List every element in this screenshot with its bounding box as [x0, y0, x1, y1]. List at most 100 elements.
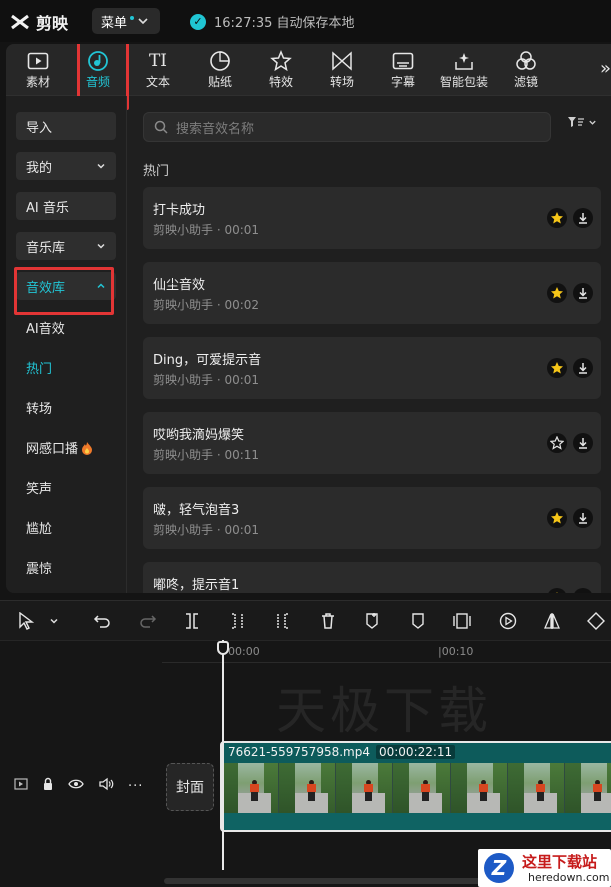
- playhead-handle[interactable]: [217, 641, 229, 655]
- sound-card[interactable]: Ding，可爱提示音 剪映小助手 · 00:01: [143, 337, 601, 399]
- sidebar-sub-awkward[interactable]: 尴尬: [26, 518, 52, 537]
- trim-left-icon[interactable]: [228, 611, 248, 631]
- timeline-toolbar: [0, 600, 611, 640]
- mirror-icon[interactable]: [542, 611, 562, 631]
- download-icon[interactable]: [573, 433, 593, 453]
- favorite-star-icon[interactable]: [547, 283, 567, 303]
- volume-icon[interactable]: [98, 777, 114, 795]
- play-speed-icon[interactable]: [498, 611, 518, 631]
- download-icon[interactable]: [573, 283, 593, 303]
- video-frame: [222, 763, 280, 813]
- video-frame: [336, 763, 394, 813]
- favorite-star-icon[interactable]: [547, 588, 567, 593]
- chevron-down-icon: [97, 163, 105, 169]
- track-controls: ···: [14, 777, 143, 795]
- eye-icon[interactable]: [68, 778, 84, 794]
- sound-card[interactable]: 哎哟我滴妈爆笑 剪映小助手 · 00:11: [143, 412, 601, 474]
- sort-filter-icon: [568, 117, 584, 127]
- video-frame: [507, 763, 565, 813]
- tab-effects[interactable]: 特效: [251, 50, 311, 94]
- more-options-icon[interactable]: ···: [128, 779, 143, 794]
- sort-filter-button[interactable]: [567, 116, 597, 128]
- sidebar-item-mine[interactable]: 我的: [16, 152, 116, 180]
- delete-icon[interactable]: [318, 611, 338, 631]
- playhead[interactable]: [222, 640, 224, 870]
- redo-icon[interactable]: [138, 611, 158, 631]
- marker-add-icon[interactable]: [362, 611, 382, 631]
- site-logo-icon: Z: [484, 853, 514, 883]
- select-cursor-icon[interactable]: [16, 611, 36, 631]
- tab-smart-pack[interactable]: 智能包装: [434, 50, 494, 94]
- freeze-frame-icon[interactable]: [452, 611, 472, 631]
- search-icon: [154, 120, 168, 134]
- clip-header: 76621-559757958.mp4 00:00:22:11: [228, 745, 456, 759]
- search-input[interactable]: 搜索音效名称: [143, 112, 551, 142]
- section-title-hot: 热门: [143, 164, 170, 179]
- tab-subtitle[interactable]: 字幕: [373, 50, 433, 94]
- download-icon[interactable]: [573, 358, 593, 378]
- tab-filter[interactable]: 滤镜: [496, 50, 556, 94]
- sound-card[interactable]: 啵，轻气泡音3 剪映小助手 · 00:01: [143, 487, 601, 549]
- tab-text[interactable]: TI 文本: [128, 50, 188, 94]
- video-frame: [564, 763, 611, 813]
- chevron-down-icon[interactable]: [44, 611, 64, 631]
- menu-button[interactable]: 菜单: [92, 8, 160, 34]
- trim-right-icon[interactable]: [272, 611, 292, 631]
- track-type-video-icon: [14, 778, 28, 794]
- chevron-down-icon: [589, 120, 596, 125]
- video-frame: [279, 763, 337, 813]
- video-clip[interactable]: 76621-559757958.mp4 00:00:22:11: [220, 741, 611, 832]
- tab-media[interactable]: 素材: [8, 50, 68, 94]
- favorite-star-icon[interactable]: [547, 508, 567, 528]
- sound-card[interactable]: 打卡成功 剪映小助手 · 00:01: [143, 187, 601, 249]
- download-icon[interactable]: [573, 588, 593, 593]
- sfx-content: 搜索音效名称 热门 打卡成功 剪映小助手 · 00:01 仙尘音效 剪映小助手 …: [127, 96, 611, 593]
- favorite-star-icon[interactable]: [547, 208, 567, 228]
- sidebar-item-ai-music[interactable]: AI 音乐: [16, 192, 116, 220]
- sound-title: 仙尘音效: [153, 278, 206, 293]
- lock-icon[interactable]: [42, 777, 54, 795]
- sound-card[interactable]: 嘟咚，提示音1: [143, 562, 601, 593]
- video-frame: [393, 763, 451, 813]
- highlight-box-sfx-library: [14, 267, 114, 315]
- favorite-star-outline-icon[interactable]: [547, 433, 567, 453]
- sidebar-sub-transition[interactable]: 转场: [26, 398, 52, 417]
- category-toolbar: 素材 音频 TI 文本 贴纸 特效 转场 字幕 智能包装 滤镜 »: [6, 44, 611, 110]
- download-icon[interactable]: [573, 508, 593, 528]
- tab-sticker[interactable]: 贴纸: [190, 50, 250, 94]
- favorite-star-icon[interactable]: [547, 358, 567, 378]
- ruler-label: 00:00: [228, 645, 260, 658]
- cover-button[interactable]: 封面: [166, 763, 214, 811]
- ruler-label: |00:10: [438, 645, 474, 658]
- timeline-scrollbar[interactable]: [164, 878, 494, 884]
- sidebar-sub-ai-sfx[interactable]: AI音效: [26, 318, 65, 337]
- sound-title: 啵，轻气泡音3: [153, 503, 240, 518]
- split-icon[interactable]: [182, 611, 202, 631]
- video-frame: [450, 763, 508, 813]
- rotate-icon[interactable]: [586, 611, 606, 631]
- time-ruler[interactable]: 00:00 |00:10: [162, 641, 611, 663]
- notification-dot: [130, 16, 135, 20]
- sidebar: 导入 我的 AI 音乐 音乐库 音效库 AI音效 热门 转场 网感口播 笑声 尴…: [6, 96, 127, 593]
- sidebar-sub-hot[interactable]: 热门: [26, 358, 52, 377]
- cover-label: 封面: [176, 780, 204, 796]
- more-tabs-icon[interactable]: »: [600, 58, 611, 79]
- tab-transition[interactable]: 转场: [312, 50, 372, 94]
- filter-icon: [514, 50, 538, 72]
- import-button[interactable]: 导入: [16, 112, 116, 140]
- sound-meta: 剪映小助手 · 00:01: [153, 523, 260, 537]
- site-title: 这里下载站: [522, 853, 598, 871]
- autosave-text: 16:27:35 自动保存本地: [214, 16, 355, 31]
- sound-title: Ding，可爱提示音: [153, 353, 262, 368]
- sticker-icon: [208, 50, 232, 72]
- app-logo: 剪映: [10, 10, 68, 34]
- sidebar-item-music-library[interactable]: 音乐库: [16, 232, 116, 260]
- sidebar-sub-laugh[interactable]: 笑声: [26, 478, 52, 497]
- sidebar-sub-net-voice[interactable]: 网感口播: [26, 438, 93, 457]
- download-icon[interactable]: [573, 208, 593, 228]
- sidebar-sub-shock[interactable]: 震惊: [26, 558, 52, 577]
- undo-icon[interactable]: [92, 611, 112, 631]
- clip-thumbnails: [222, 763, 611, 813]
- marker-icon[interactable]: [408, 611, 428, 631]
- sound-card[interactable]: 仙尘音效 剪映小助手 · 00:02: [143, 262, 601, 324]
